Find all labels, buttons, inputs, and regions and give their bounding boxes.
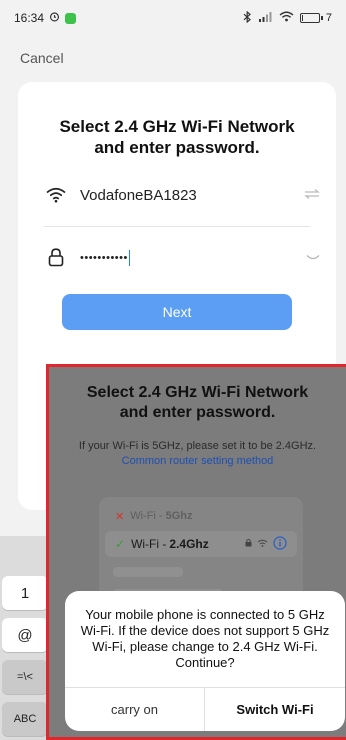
overlay-subtitle: If your Wi-Fi is 5GHz, please set it to … xyxy=(67,439,328,469)
lock-icon xyxy=(44,245,68,269)
wifi-24-band: 2.4Ghz xyxy=(169,537,209,551)
overlay-subtitle-text: If your Wi-Fi is 5GHz, please set it to … xyxy=(78,440,317,452)
lock-small-icon xyxy=(245,538,252,550)
wifi-row-24ghz: ✓ Wi-Fi - 2.4Ghz xyxy=(105,531,297,557)
alarm-icon xyxy=(49,11,60,25)
wifi-5g-band: 5Ghz xyxy=(165,510,193,522)
battery-fill xyxy=(301,15,303,21)
battery-percent: 7 xyxy=(325,12,332,24)
overlay-title-line-2: and enter password. xyxy=(119,404,276,421)
wifi-5g-prefix: Wi-Fi - xyxy=(130,510,163,522)
switch-wifi-button[interactable]: Switch Wi-Fi xyxy=(205,688,345,731)
switch-network-icon[interactable] xyxy=(300,187,320,203)
title-line-1: Select 2.4 GHz Wi-Fi Network xyxy=(59,117,295,136)
check-icon: ✓ xyxy=(115,537,126,551)
page-title: Select 2.4 GHz Wi-Fi Network and enter p… xyxy=(18,116,336,158)
field-divider xyxy=(44,226,310,227)
cancel-button[interactable]: Cancel xyxy=(20,50,64,66)
tutorial-overlay: Select 2.4 GHz Wi-Fi Network and enter p… xyxy=(46,364,346,740)
placeholder-row xyxy=(113,567,183,577)
cross-icon: ✕ xyxy=(115,510,125,523)
status-bar: 16:34 7 xyxy=(0,0,346,36)
dialog-message: Your mobile phone is connected to 5 GHz … xyxy=(80,607,330,670)
wifi-status-icon xyxy=(279,11,294,25)
ssid-value: VodafoneBA1823 xyxy=(80,186,197,204)
5ghz-warning-dialog: Your mobile phone is connected to 5 GHz … xyxy=(65,591,345,731)
text-caret xyxy=(128,249,131,266)
status-time: 16:34 xyxy=(14,11,45,25)
cellular-signal-icon xyxy=(258,11,273,25)
info-icon xyxy=(273,535,287,553)
wifi-24-prefix: Wi-Fi - xyxy=(131,537,167,551)
wifi-icon xyxy=(44,183,68,207)
key-at[interactable]: @ xyxy=(2,618,48,652)
password-mask: ••••••••••• xyxy=(80,252,128,265)
carry-on-button[interactable]: carry on xyxy=(65,688,205,731)
title-line-2: and enter password. xyxy=(94,138,260,157)
overlay-title: Select 2.4 GHz Wi-Fi Network and enter p… xyxy=(49,383,346,423)
hide-password-icon[interactable] xyxy=(300,249,320,265)
app-notification-icon xyxy=(65,12,77,24)
next-button[interactable]: Next xyxy=(62,294,292,330)
wifi-row-5ghz: ✕ Wi-Fi - 5Ghz xyxy=(105,503,297,529)
password-field[interactable]: ••••••••••• xyxy=(44,242,320,272)
router-setting-link[interactable]: Common router setting method xyxy=(122,455,274,467)
password-value: ••••••••••• xyxy=(80,248,300,266)
key-abc[interactable]: ABC xyxy=(2,702,48,736)
bluetooth-icon xyxy=(243,10,252,26)
key-1[interactable]: 1 xyxy=(2,576,48,610)
overlay-title-line-1: Select 2.4 GHz Wi-Fi Network xyxy=(86,384,309,401)
wifi-row-icons xyxy=(245,535,287,553)
battery-icon xyxy=(299,13,323,23)
key-symbols[interactable]: =\< xyxy=(2,660,48,694)
wifi-small-icon xyxy=(257,539,268,550)
ssid-field[interactable]: VodafoneBA1823 xyxy=(44,180,320,210)
